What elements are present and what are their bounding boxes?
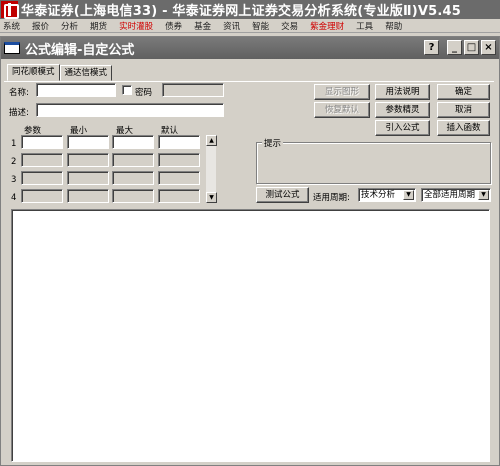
close-button[interactable]: × <box>481 40 496 55</box>
password-checkbox[interactable] <box>122 85 132 95</box>
param-default-cell[interactable] <box>158 153 200 167</box>
param-max-cell[interactable] <box>112 171 154 185</box>
tab-panel-border <box>4 81 494 82</box>
menu-item[interactable]: 智能 <box>246 20 275 32</box>
insert-function-button[interactable]: 插入函数 <box>437 120 490 136</box>
period-range-select[interactable]: 全部适用周期 ▼ <box>421 188 491 202</box>
params-scrollbar[interactable]: ▲ ▼ <box>205 134 217 204</box>
app-title-bar: 华泰证券(上海电信33) - 华泰证券网上证券交易分析系统(专业版Ⅱ)V5.45 <box>0 0 500 19</box>
desc-input[interactable] <box>36 103 224 117</box>
scroll-up-icon[interactable]: ▲ <box>206 135 217 146</box>
tab-ths-mode[interactable]: 同花顺模式 <box>7 64 60 81</box>
window-icon <box>4 42 20 54</box>
param-name-cell[interactable] <box>21 171 63 185</box>
dialog-title: 公式编辑-自定公式 <box>25 42 135 58</box>
param-name-cell[interactable] <box>21 153 63 167</box>
param-default-cell[interactable] <box>158 135 200 149</box>
menu-item[interactable]: 报价 <box>26 20 55 32</box>
param-max-cell[interactable] <box>112 153 154 167</box>
show-chart-button[interactable]: 显示图形 <box>314 84 370 100</box>
menu-bar: 系统 报价 分析 期货 实时灌股 债券 基金 资讯 智能 交易 紫金理财 工具 帮助 <box>0 19 500 33</box>
param-name-cell[interactable] <box>21 135 63 149</box>
name-input[interactable] <box>36 83 116 97</box>
param-max-cell[interactable] <box>112 189 154 203</box>
password-input[interactable] <box>162 83 224 97</box>
analysis-type-select[interactable]: 技术分析 ▼ <box>358 188 416 202</box>
menu-item[interactable]: 紫金理财 <box>304 20 350 32</box>
usage-button[interactable]: 用法说明 <box>375 84 430 100</box>
menu-item[interactable]: 期货 <box>84 20 113 32</box>
chevron-down-icon[interactable]: ▼ <box>478 190 489 200</box>
cancel-button[interactable]: 取消 <box>437 102 490 118</box>
help-button[interactable]: ? <box>424 40 439 55</box>
chevron-down-icon[interactable]: ▼ <box>403 190 414 200</box>
menu-item[interactable]: 资讯 <box>217 20 246 32</box>
desc-label: 描述: <box>9 108 29 118</box>
menu-item[interactable]: 分析 <box>55 20 84 32</box>
tab-tdx-mode[interactable]: 通达信模式 <box>59 65 113 81</box>
param-min-cell[interactable] <box>67 135 109 149</box>
param-tune-button[interactable]: 参数精灵 <box>375 102 430 118</box>
hint-label: 提示 <box>262 137 284 149</box>
menu-item[interactable]: 系统 <box>0 20 26 32</box>
param-row-number: 2 <box>11 157 17 167</box>
import-formula-button[interactable]: 引入公式 <box>375 120 430 136</box>
menu-item[interactable]: 实时灌股 <box>113 20 159 32</box>
menu-item[interactable]: 债券 <box>159 20 188 32</box>
app-title: 华泰证券(上海电信33) - 华泰证券网上证券交易分析系统(专业版Ⅱ)V5.45 <box>21 4 462 19</box>
param-row-number: 4 <box>11 193 17 203</box>
app-logo-icon <box>1 1 19 19</box>
param-row-number: 1 <box>11 139 17 149</box>
hint-groupbox: 提示 <box>256 137 491 184</box>
minimize-button[interactable]: _ <box>447 40 462 55</box>
test-formula-button[interactable]: 测试公式 <box>256 187 309 203</box>
dialog-title-bar[interactable]: 公式编辑-自定公式 ? _ □ × <box>1 37 499 59</box>
scroll-down-icon[interactable]: ▼ <box>206 192 217 203</box>
password-label: 密码 <box>135 88 153 98</box>
menu-item[interactable]: 工具 <box>350 20 379 32</box>
formula-editor-textarea[interactable] <box>11 209 490 462</box>
name-label: 名称: <box>9 88 29 98</box>
analysis-type-value: 技术分析 <box>361 190 396 200</box>
param-row-number: 3 <box>11 175 17 185</box>
menu-item[interactable]: 帮助 <box>379 20 408 32</box>
param-min-cell[interactable] <box>67 153 109 167</box>
param-min-cell[interactable] <box>67 189 109 203</box>
param-default-cell[interactable] <box>158 171 200 185</box>
param-max-cell[interactable] <box>112 135 154 149</box>
ok-button[interactable]: 确定 <box>437 84 490 100</box>
maximize-button[interactable]: □ <box>464 40 479 55</box>
param-name-cell[interactable] <box>21 189 63 203</box>
menu-item[interactable]: 基金 <box>188 20 217 32</box>
menu-item[interactable]: 交易 <box>275 20 304 32</box>
param-default-cell[interactable] <box>158 189 200 203</box>
period-label: 适用周期: <box>313 193 350 203</box>
param-min-cell[interactable] <box>67 171 109 185</box>
mode-tabs: 同花顺模式 通达信模式 <box>7 64 113 82</box>
restore-default-button[interactable]: 恢复默认 <box>314 102 370 118</box>
period-range-value: 全部适用周期 <box>424 190 476 200</box>
